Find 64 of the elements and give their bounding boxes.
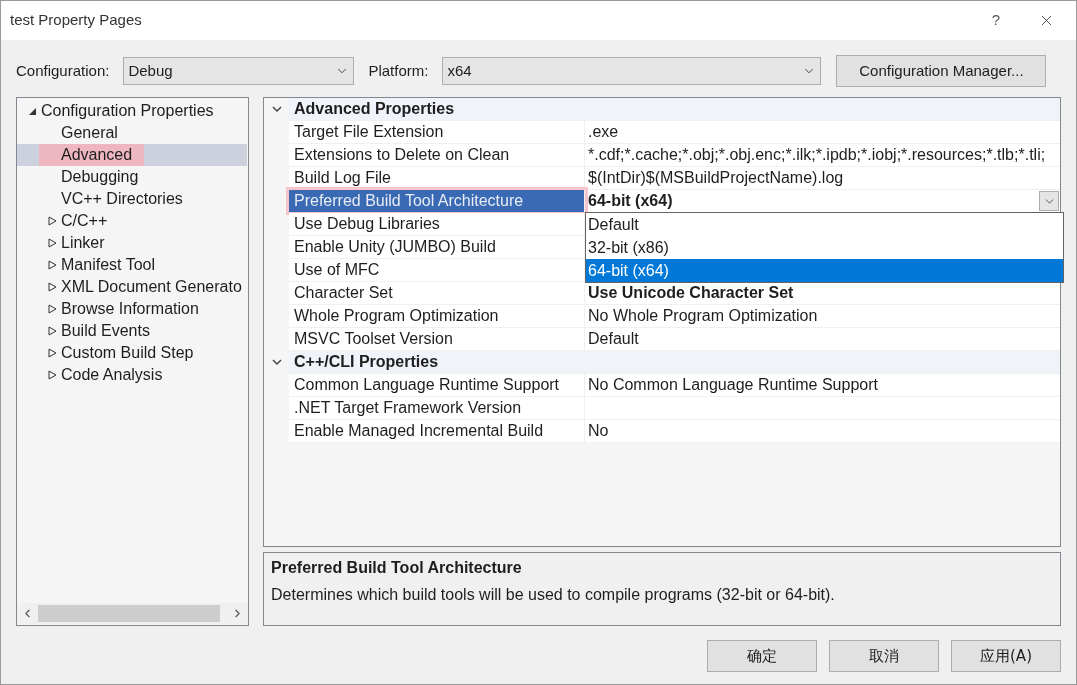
property-name[interactable]: Character Set [289,282,585,304]
tree-item[interactable]: XML Document Generato [61,276,247,298]
dropdown-option[interactable]: 32-bit (x86) [586,236,1063,259]
property-value: Default [587,329,639,349]
property-value: 64-bit (x64) [587,191,673,211]
description-title: Preferred Build Tool Architecture [271,558,523,578]
configuration-label: Configuration: [16,60,110,81]
property-name[interactable]: MSVC Toolset Version [289,328,585,350]
section-header: Advanced Properties [293,99,455,119]
property-name[interactable]: Extensions to Delete on Clean [289,144,585,166]
tree-item[interactable]: VC++ Directories [61,188,247,210]
tree-item[interactable]: Custom Build Step [61,342,247,364]
platform-select[interactable]: x64 [442,57,822,85]
property-value: Use Unicode Character Set [587,283,794,303]
property-name[interactable]: Whole Program Optimization [289,305,585,327]
dialog-button[interactable]: 应用(A) [951,640,1061,672]
collapsed-triangle-icon[interactable] [48,282,57,292]
tree-item[interactable]: C/C++ [61,210,247,232]
dropdown-option[interactable]: Default [586,213,1063,236]
collapsed-triangle-icon[interactable] [48,304,57,314]
dialog-button[interactable]: 确定 [707,640,817,672]
property-name[interactable]: Common Language Runtime Support [289,374,585,396]
property-value: *.cdf;*.cache;*.obj;*.obj.enc;*.ilk;*.ipdb;*.iobj;*.resources;*.tlb;*.tli; [587,145,1046,165]
tree-item[interactable]: Manifest Tool [61,254,247,276]
dropdown-option[interactable]: 64-bit (x64) [586,259,1063,282]
tree-item[interactable]: Build Events [61,320,247,342]
property-name[interactable]: Enable Managed Incremental Build [289,420,585,442]
dialog-button[interactable]: 取消 [829,640,939,672]
tree-item[interactable]: Configuration Properties [41,100,247,122]
property-value: No [587,421,609,441]
expanded-triangle-icon[interactable] [28,106,37,116]
tree-item[interactable]: Advanced [17,144,247,166]
property-value: $(IntDir)$(MSBuildProjectName).log [587,168,844,188]
tree-item[interactable]: Browse Information [61,298,247,320]
configuration-manager-button[interactable]: Configuration Manager... [836,55,1047,87]
tree-item[interactable]: Linker [61,232,247,254]
collapsed-triangle-icon[interactable] [48,348,57,358]
property-value: No Common Language Runtime Support [587,375,878,395]
window-title: test Property Pages [10,10,143,31]
property-name[interactable]: Enable Unity (JUMBO) Build [289,236,585,258]
tree-item[interactable]: Code Analysis [61,364,247,386]
configuration-select[interactable]: Debug [123,57,355,85]
chevron-down-icon[interactable] [272,104,282,114]
collapsed-triangle-icon[interactable] [48,326,57,336]
scrollbar-thumb[interactable] [38,605,220,622]
property-value: .exe [587,122,619,142]
dropdown-toggle[interactable] [1039,191,1059,211]
collapsed-triangle-icon[interactable] [48,260,57,270]
tree-item[interactable]: Debugging [61,166,247,188]
property-value: No Whole Program Optimization [587,306,818,326]
horizontal-scrollbar[interactable] [17,603,248,624]
section-header: C++/CLI Properties [293,352,439,372]
chevron-down-icon[interactable] [272,357,282,367]
help-button[interactable]: ? [976,9,1016,32]
platform-label: Platform: [368,60,429,81]
collapsed-triangle-icon[interactable] [48,370,57,380]
collapsed-triangle-icon[interactable] [48,238,57,248]
property-name[interactable]: Use Debug Libraries [289,213,585,235]
property-name[interactable]: Preferred Build Tool Architecture [289,190,585,212]
property-name[interactable]: Use of MFC [289,259,585,281]
description-text: Determines which build tools will be used to compile programs (32-bit or 64-bit). [271,585,836,605]
collapsed-triangle-icon[interactable] [48,216,57,226]
property-name[interactable]: Target File Extension [289,121,585,143]
tree-item[interactable]: General [61,122,247,144]
